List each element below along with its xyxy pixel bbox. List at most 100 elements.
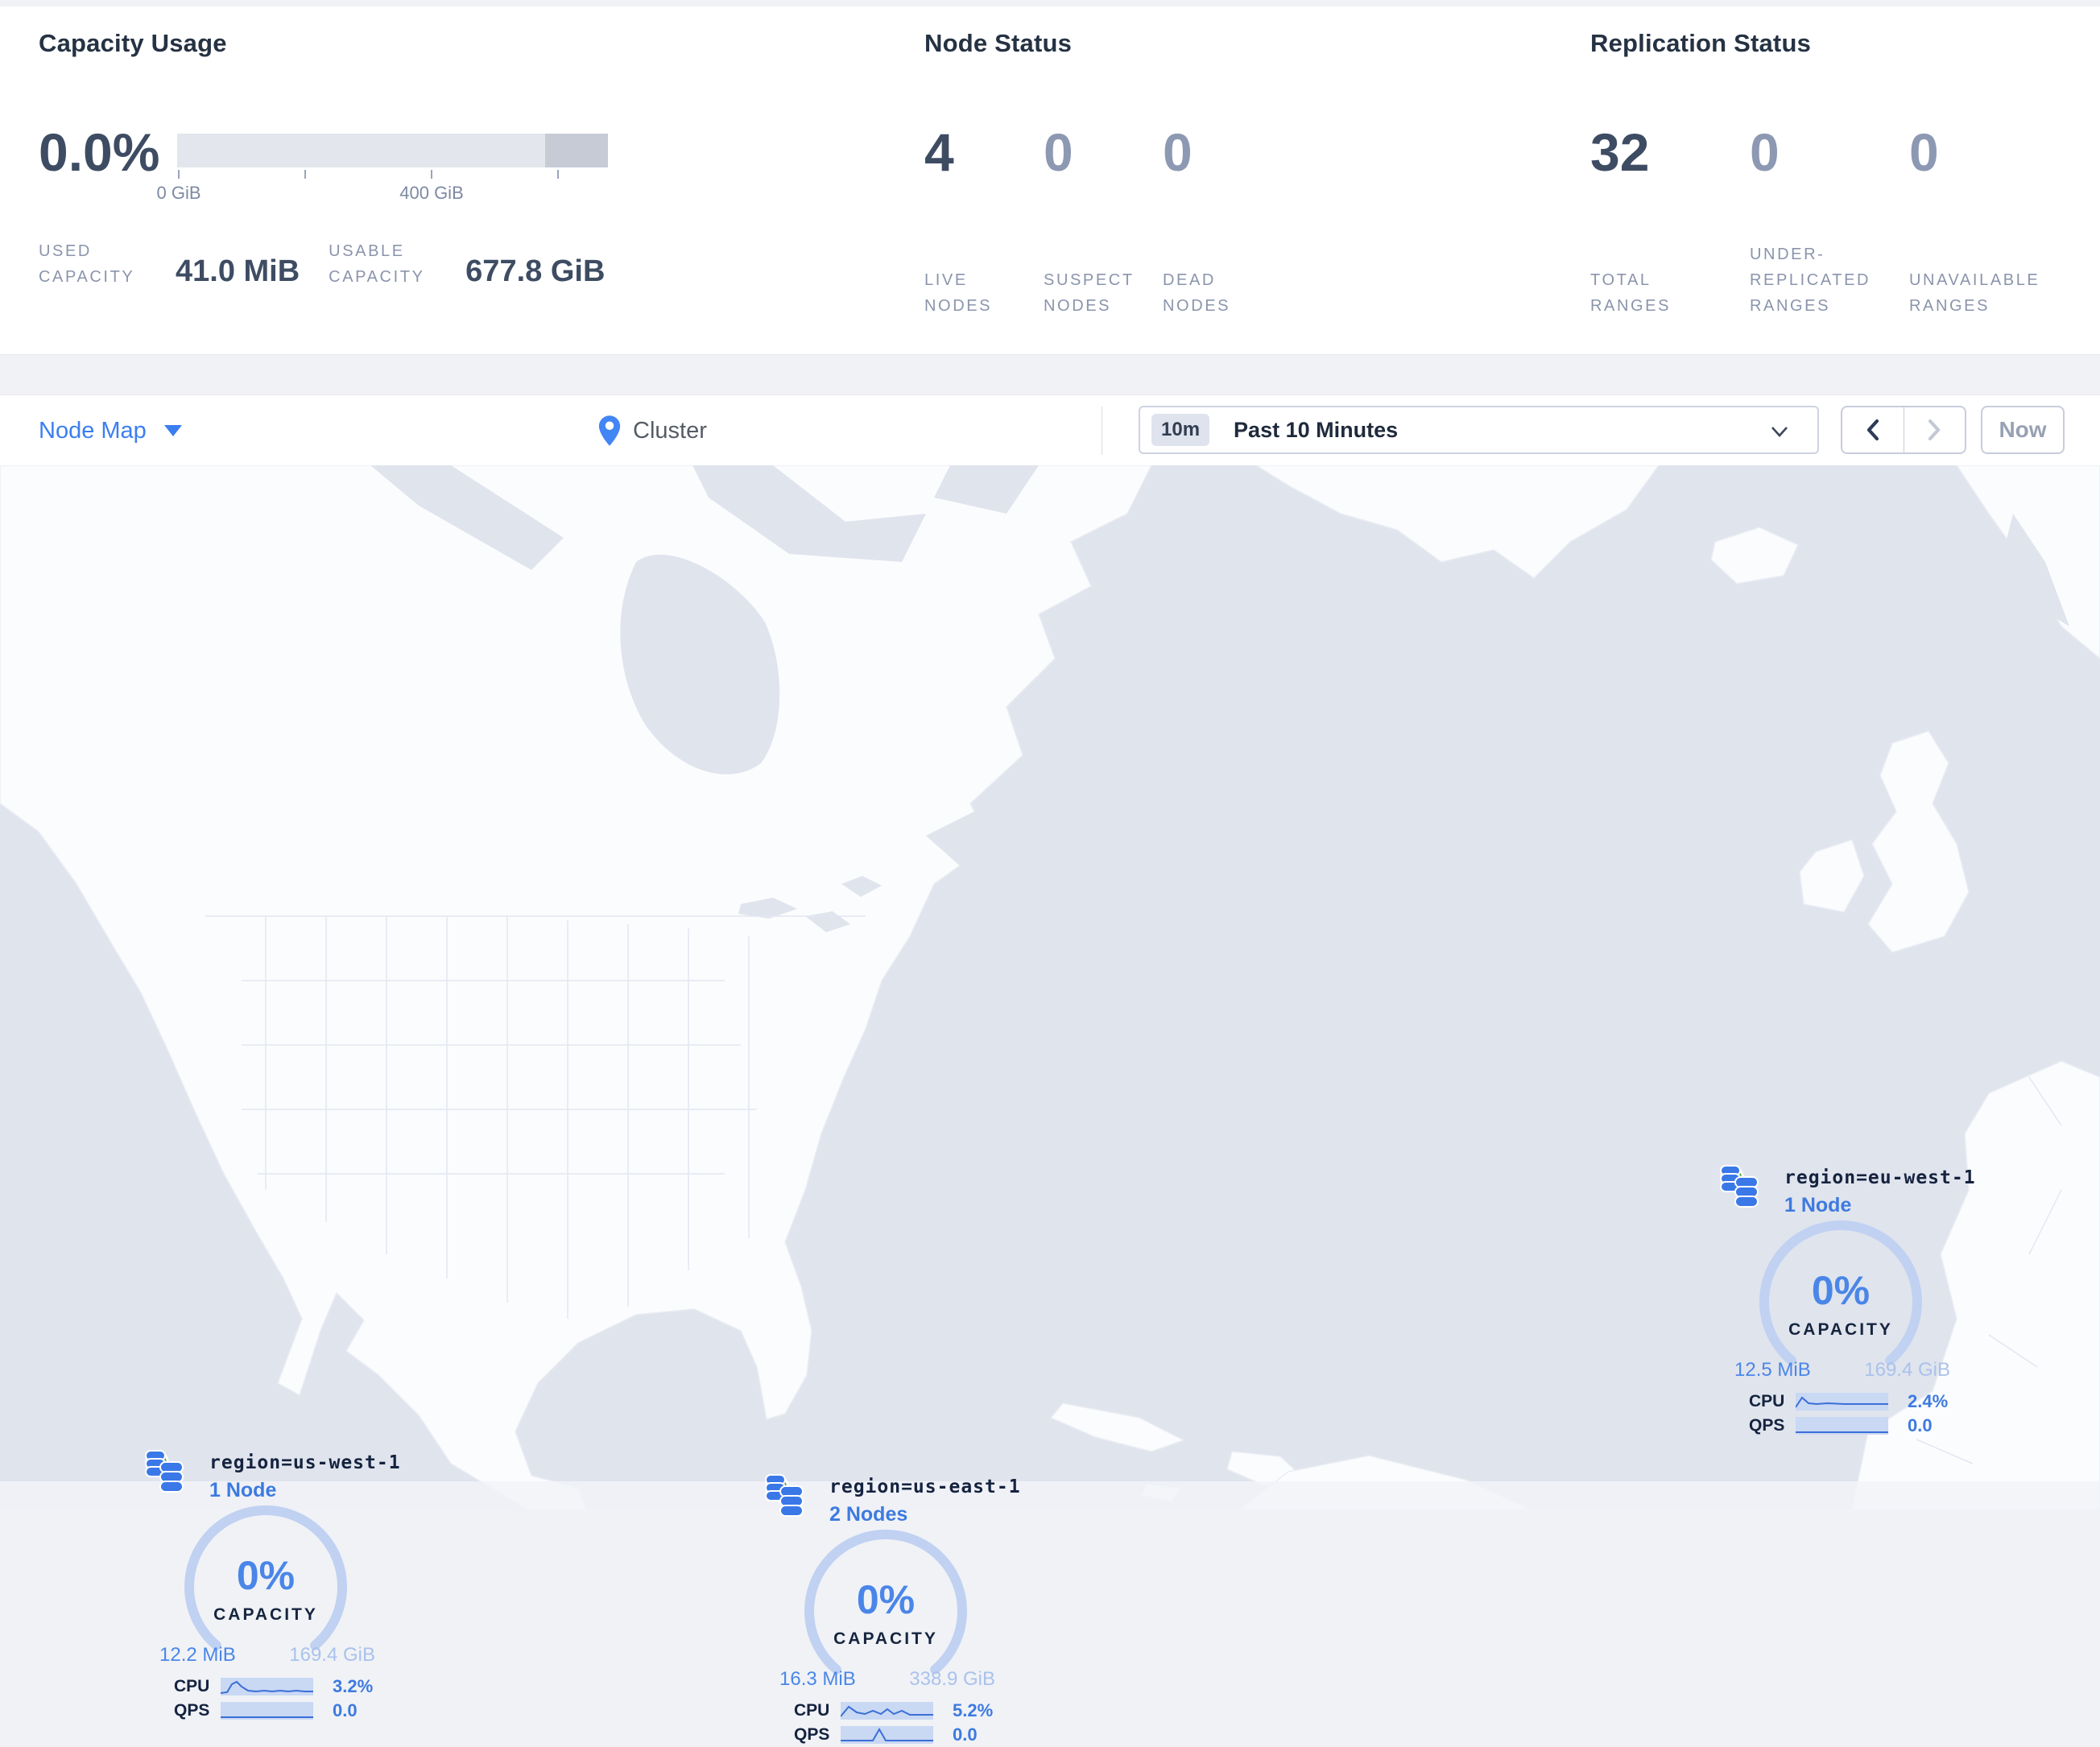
region-marker-us-west-1[interactable]: region=us-west-1 1 Node 0% CAPACITY 12.2… [145, 1449, 400, 1723]
capacity-gauge: 0% CAPACITY [1748, 1217, 1933, 1378]
database-stack-icon [1720, 1165, 1759, 1208]
capacity-bar-track [177, 134, 608, 167]
capacity-gauge: 0% CAPACITY [793, 1526, 978, 1687]
node-status-title: Node Status [924, 29, 1073, 57]
used-capacity: 16.3 MiB [779, 1668, 856, 1690]
capacity-bar: 0 GiB 400 GiB [156, 134, 608, 205]
chevron-left-icon [1866, 419, 1879, 441]
chevron-right-icon [1928, 419, 1941, 441]
time-back-button[interactable] [1842, 407, 1904, 452]
cpu-sparkline [1796, 1391, 1888, 1412]
unavailable-ranges-label: UNAVAILABLE RANGES [1909, 271, 2040, 315]
suspect-nodes-value: 0 [1044, 122, 1073, 182]
gauge-percent: 0% [1811, 1268, 1871, 1313]
node-count: 1 Node [1784, 1194, 1852, 1216]
cpu-label: CPU [1749, 1392, 1785, 1410]
capacity-usage-panel: Capacity Usage 0.0% 0 GiB 400 GiB USED C… [39, 6, 892, 354]
gauge-percent: 0% [236, 1553, 296, 1598]
used-capacity: 12.5 MiB [1734, 1359, 1811, 1381]
live-nodes-label: LIVE NODES [924, 271, 993, 315]
cpu-row: CPU 3.2% [174, 1675, 383, 1699]
usable-capacity-value: 677.8 GiB [465, 254, 606, 289]
qps-sparkline [221, 1700, 313, 1721]
live-nodes-value: 4 [924, 122, 954, 182]
time-forward-button[interactable] [1904, 407, 1966, 452]
time-range-label: Past 10 Minutes [1234, 417, 1399, 442]
gauge-caption: CAPACITY [213, 1605, 318, 1624]
suspect-nodes-stat: 0 SUSPECT NODES [1044, 126, 1163, 319]
qps-row: QPS 0.0 [794, 1723, 1003, 1747]
capacity-usage-title: Capacity Usage [39, 29, 227, 57]
node-map[interactable]: region=us-west-1 1 Node 0% CAPACITY 12.2… [0, 465, 2100, 1745]
usable-capacity-label: USABLE CAPACITY [329, 242, 425, 286]
cpu-row: CPU 5.2% [794, 1699, 1003, 1723]
qps-value: 0.0 [1908, 1415, 1933, 1435]
cluster-summary-bar: Capacity Usage 0.0% 0 GiB 400 GiB USED C… [0, 6, 2100, 355]
dead-nodes-label: DEAD NODES [1163, 271, 1231, 315]
database-stack-icon [765, 1474, 804, 1517]
node-status-panel: Node Status 4 LIVE NODES 0 SUSPECT NODES… [924, 6, 1552, 354]
qps-label: QPS [174, 1701, 210, 1720]
cpu-value: 5.2% [953, 1700, 994, 1720]
database-stack-icon [145, 1450, 184, 1493]
region-label: region=us-east-1 [829, 1476, 1021, 1497]
under-replicated-ranges-value: 0 [1750, 122, 1780, 182]
capacity-tick-0: 0 GiB [156, 183, 201, 203]
chevron-down-icon [163, 425, 182, 436]
dead-nodes-stat: 0 DEAD NODES [1163, 126, 1282, 319]
qps-value: 0.0 [953, 1724, 978, 1745]
total-capacity: 169.4 GiB [289, 1644, 375, 1666]
qps-value: 0.0 [333, 1700, 358, 1720]
qps-sparkline [841, 1724, 933, 1745]
map-pin-icon [598, 415, 621, 446]
cpu-sparkline [841, 1700, 933, 1721]
total-ranges-stat: 32 TOTAL RANGES [1590, 126, 1750, 319]
time-range-badge: 10m [1151, 414, 1210, 446]
dead-nodes-value: 0 [1163, 122, 1193, 182]
region-label: region=eu-west-1 [1784, 1167, 1976, 1188]
capacity-used-percent: 0.0% [39, 122, 160, 182]
capacity-tick-400: 400 GiB [399, 183, 464, 203]
gauge-percent: 0% [856, 1577, 916, 1622]
node-count: 2 Nodes [829, 1503, 908, 1526]
unavailable-ranges-value: 0 [1909, 122, 1939, 182]
under-replicated-ranges-label: UNDER-REPLICATED RANGES [1750, 246, 1871, 315]
used-capacity: 12.2 MiB [159, 1644, 236, 1666]
qps-label: QPS [794, 1725, 830, 1744]
used-capacity-value: 41.0 MiB [176, 254, 300, 289]
capacity-bar-ticks [177, 170, 608, 181]
qps-label: QPS [1749, 1416, 1785, 1435]
under-replicated-ranges-stat: 0 UNDER-REPLICATED RANGES [1750, 126, 1909, 319]
breadcrumb[interactable]: Cluster [597, 395, 707, 466]
suspect-nodes-label: SUSPECT NODES [1044, 271, 1135, 315]
map-toolbar: Node Map Cluster 10m Past 10 Minutes Now [0, 394, 2100, 467]
cpu-label: CPU [794, 1701, 830, 1720]
total-ranges-label: TOTAL RANGES [1590, 271, 1672, 315]
cpu-label: CPU [174, 1677, 210, 1695]
unavailable-ranges-stat: 0 UNAVAILABLE RANGES [1909, 126, 2069, 319]
now-button[interactable]: Now [1981, 406, 2065, 454]
cpu-row: CPU 2.4% [1749, 1390, 1958, 1414]
chevron-down-icon [1771, 427, 1788, 437]
region-marker-us-east-1[interactable]: region=us-east-1 2 Nodes 0% CAPACITY 16.… [765, 1473, 1020, 1747]
node-count: 1 Node [209, 1479, 277, 1501]
qps-sparkline [1796, 1415, 1888, 1436]
capacity-bar-reserved-segment [545, 134, 608, 167]
replication-status-title: Replication Status [1590, 29, 1812, 57]
used-capacity-label: USED CAPACITY [39, 242, 135, 286]
region-marker-eu-west-1[interactable]: region=eu-west-1 1 Node 0% CAPACITY 12.5… [1720, 1164, 1975, 1438]
region-label: region=us-west-1 [209, 1452, 401, 1473]
total-ranges-value: 32 [1590, 122, 1650, 182]
qps-row: QPS 0.0 [1749, 1414, 1958, 1438]
total-capacity: 338.9 GiB [909, 1668, 995, 1690]
replication-status-panel: Replication Status 32 TOTAL RANGES 0 UND… [1590, 6, 2090, 354]
view-switcher-dropdown[interactable]: Node Map [39, 395, 182, 466]
cpu-value: 3.2% [333, 1676, 374, 1696]
time-range-select[interactable]: 10m Past 10 Minutes [1139, 406, 1819, 454]
breadcrumb-label: Cluster [633, 417, 707, 444]
cpu-sparkline [221, 1676, 313, 1697]
view-switcher-label: Node Map [39, 417, 147, 444]
gauge-caption: CAPACITY [1788, 1320, 1893, 1339]
time-step-buttons [1841, 406, 1966, 454]
cpu-value: 2.4% [1908, 1391, 1949, 1411]
